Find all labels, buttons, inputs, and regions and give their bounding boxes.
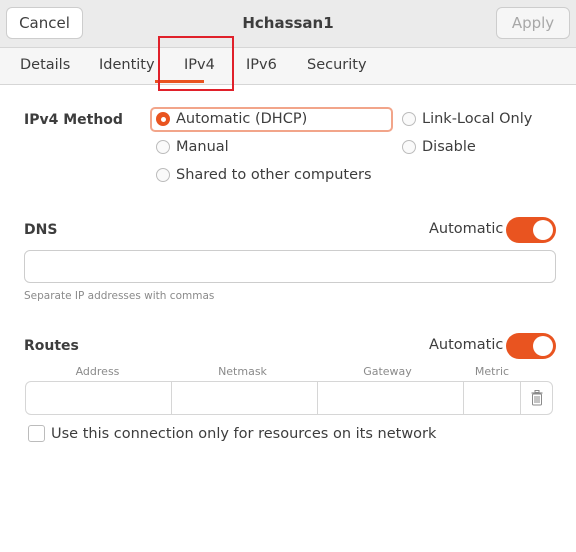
radio-shared[interactable]: Shared to other computers	[156, 167, 372, 183]
dns-label: DNS	[24, 222, 58, 238]
routes-label: Routes	[24, 338, 79, 354]
delete-route-button[interactable]	[521, 382, 552, 414]
route-address-input[interactable]	[26, 382, 172, 414]
radio-link-local-only[interactable]: Link-Local Only	[402, 111, 532, 127]
header-bar: Cancel Hchassan1 Apply	[0, 0, 576, 48]
only-local-resources-label: Use this connection only for resources o…	[51, 425, 437, 442]
radio-button[interactable]	[402, 140, 416, 154]
tab-ipv6[interactable]: IPv6	[246, 57, 277, 73]
routes-row	[25, 381, 553, 415]
column-address: Address	[75, 365, 120, 378]
routes-automatic-toggle[interactable]	[506, 333, 556, 359]
dns-input[interactable]	[24, 250, 556, 283]
radio-label: Link-Local Only	[422, 111, 533, 127]
radio-label: Automatic (DHCP)	[176, 111, 308, 127]
apply-button[interactable]: Apply	[496, 7, 570, 39]
radio-label: Shared to other computers	[176, 167, 372, 183]
radio-automatic-dhcp[interactable]: Automatic (DHCP)	[156, 111, 307, 127]
routes-automatic-label: Automatic	[429, 337, 504, 353]
only-local-resources-checkbox[interactable]	[28, 425, 45, 442]
radio-manual[interactable]: Manual	[156, 139, 229, 155]
dns-automatic-toggle[interactable]	[506, 217, 556, 243]
route-metric-input[interactable]	[464, 382, 521, 414]
route-netmask-input[interactable]	[172, 382, 318, 414]
radio-disable[interactable]: Disable	[402, 139, 476, 155]
column-metric: Metric	[474, 365, 510, 378]
trash-icon	[531, 390, 542, 406]
ipv4-method-label: IPv4 Method	[24, 112, 123, 128]
window-title: Hchassan1	[242, 14, 334, 32]
only-local-resources-option[interactable]: Use this connection only for resources o…	[28, 425, 436, 442]
dns-hint: Separate IP addresses with commas	[24, 290, 215, 302]
radio-button[interactable]	[402, 112, 416, 126]
route-gateway-input[interactable]	[318, 382, 464, 414]
tab-identity[interactable]: Identity	[99, 57, 155, 73]
tab-security[interactable]: Security	[307, 57, 367, 73]
radio-button[interactable]	[156, 168, 170, 182]
radio-button-selected[interactable]	[156, 112, 170, 126]
highlight-annotation-box	[158, 36, 234, 91]
radio-button[interactable]	[156, 140, 170, 154]
dns-automatic-label: Automatic	[429, 221, 504, 237]
column-gateway: Gateway	[363, 365, 412, 378]
radio-label: Manual	[176, 139, 229, 155]
tab-bar: Details Identity IPv4 IPv6 Security	[0, 48, 576, 85]
tab-details[interactable]: Details	[20, 57, 70, 73]
radio-label: Disable	[422, 139, 476, 155]
column-netmask: Netmask	[218, 365, 267, 378]
